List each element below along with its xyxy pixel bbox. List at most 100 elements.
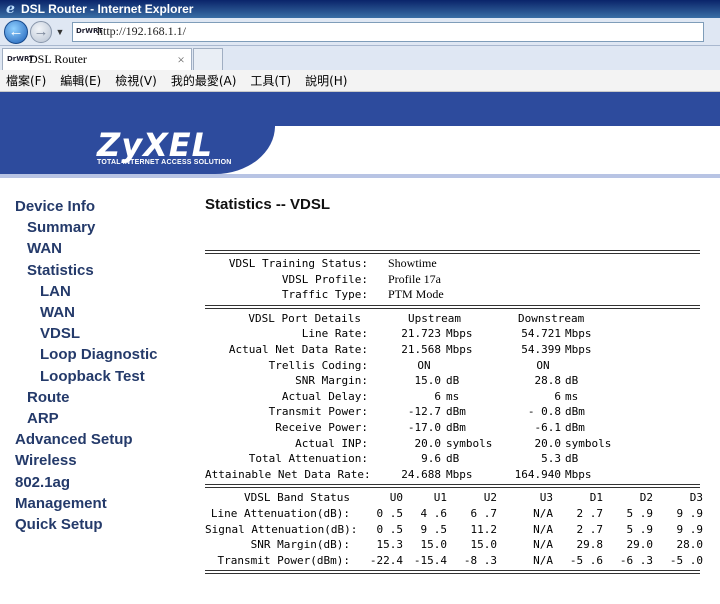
status-profile-label: VDSL Profile: <box>281 272 368 286</box>
port-row-upstream: 24.688 <box>401 467 441 481</box>
port-row-downstream-unit: dBm <box>565 405 585 419</box>
navigation-bar: ← → ▼ DrWRT http://192.168.1.1/ <box>0 18 720 46</box>
sidebar-item-wireless[interactable]: Wireless <box>15 452 77 469</box>
band-row-value-6: 9 .9 <box>676 522 704 536</box>
band-row-value-5: 5 .9 <box>626 506 654 520</box>
menu-item-1[interactable]: 編輯(E) <box>60 72 101 89</box>
port-row-label: Total Attenuation: <box>248 452 368 466</box>
port-row-upstream-unit: Mbps <box>446 327 473 341</box>
port-row-label: SNR Margin: <box>295 374 368 388</box>
port-row: Trellis Coding: ON ON <box>205 358 720 374</box>
forward-button[interactable]: → <box>30 20 52 43</box>
sidebar-item-lan[interactable]: LAN <box>40 283 71 300</box>
sidebar-item-802-1ag[interactable]: 802.1ag <box>15 474 70 491</box>
menu-item-4[interactable]: 工具(T) <box>250 72 291 89</box>
band-row-value-5: 5 .9 <box>626 522 654 536</box>
port-row-downstream-unit: Mbps <box>565 342 592 356</box>
port-row: Total Attenuation: 9.6 dB 5.3 dB <box>205 451 720 467</box>
port-header-downstream: Downstream <box>518 311 585 325</box>
status-traffic-row: Traffic Type: PTM Mode <box>205 287 720 303</box>
sidebar-item-vdsl[interactable]: VDSL <box>40 325 80 342</box>
chevron-down-icon: ▼ <box>55 26 65 37</box>
port-row-upstream-unit: ms <box>446 389 460 403</box>
band-row: Transmit Power(dBm): -22.4 -15.4 -8 .3 N/A -5… <box>205 553 720 569</box>
port-row: SNR Margin: 15.0 dB 28.8 dB <box>205 373 720 389</box>
band-row-value-1: -15.4 <box>413 553 447 567</box>
port-row: Actual INP: 20.0 symbols 20.0 symbols <box>205 436 720 452</box>
menu-item-3[interactable]: 我的最愛(A) <box>171 72 237 89</box>
band-row-label: Line Attenuation(dB): <box>210 506 350 520</box>
tab-bar: DrWRT DSL Router × <box>0 46 720 70</box>
window-titlebar: e DSL Router - Internet Explorer <box>0 0 720 18</box>
menu-item-2[interactable]: 檢視(V) <box>115 72 157 89</box>
menu-item-5[interactable]: 說明(H) <box>305 72 347 89</box>
sidebar-item-loop-diagnostic[interactable]: Loop Diagnostic <box>40 346 158 363</box>
tab-dsl-router[interactable]: DrWRT DSL Router × <box>2 48 192 70</box>
port-row-downstream-unit: Mbps <box>565 467 592 481</box>
band-header-d3: D3 <box>689 491 703 505</box>
band-row-value-2: 11.2 <box>470 522 498 536</box>
sidebar-item-summary[interactable]: Summary <box>27 219 95 236</box>
port-row: Transmit Power: -12.7 dBm - 0.8 dBm <box>205 404 720 420</box>
separator-line-3 <box>205 482 720 490</box>
sidebar-nav: Device Info Summary WAN Statistics LAN WAN VDS… <box>0 186 190 604</box>
status-profile-row: VDSL Profile: Profile 17a <box>205 272 720 288</box>
band-row-value-0: 0 .5 <box>376 522 404 536</box>
history-dropdown-button[interactable]: ▼ <box>54 27 66 37</box>
port-header-row: VDSL Port Details Upstream Downstream <box>205 311 720 327</box>
band-row-value-3: N/A <box>533 522 553 536</box>
band-header-d1: D1 <box>589 491 603 505</box>
port-row-downstream: 5.3 <box>541 452 561 466</box>
sidebar-item-arp[interactable]: ARP <box>27 410 59 427</box>
sidebar-item-loopback-test[interactable]: Loopback Test <box>40 368 145 385</box>
sidebar-item-advanced-setup[interactable]: Advanced Setup <box>15 431 133 448</box>
arrow-right-icon: → <box>33 23 49 40</box>
band-row-value-1: 4 .6 <box>420 506 448 520</box>
band-row-value-6: -5 .0 <box>669 553 703 567</box>
band-row-value-2: 15.0 <box>470 538 498 552</box>
port-header-label: VDSL Port Details <box>248 311 361 325</box>
port-row-upstream-unit: Mbps <box>446 467 473 481</box>
sidebar-item-route[interactable]: Route <box>27 389 70 406</box>
port-row-downstream-unit: dB <box>565 452 579 466</box>
port-row-upstream-unit: symbols <box>446 436 493 450</box>
port-row-upstream: 9.6 <box>421 452 441 466</box>
band-row-value-2: -8 .3 <box>463 553 497 567</box>
status-training-value: Showtime <box>388 256 437 270</box>
band-row-label: SNR Margin(dB): <box>250 538 350 552</box>
separator-line-1 <box>205 248 720 256</box>
port-row-downstream: ON <box>536 358 550 372</box>
port-header-upstream: Upstream <box>408 311 461 325</box>
sidebar-item-wan[interactable]: WAN <box>27 240 62 257</box>
band-row-value-1: 15.0 <box>420 538 448 552</box>
close-icon[interactable]: × <box>175 52 187 68</box>
vdsl-statistics: VDSL Training Status: Showtime VDSL Profil… <box>205 248 720 576</box>
menu-bar: 檔案(F) 編輯(E) 檢視(V) 我的最愛(A) 工具(T) 說明(H) <box>0 70 720 92</box>
band-header-row: VDSL Band Status U0 U1 U2 U3 D1 D2 D3 <box>205 490 720 506</box>
port-row-upstream-unit: Mbps <box>446 342 473 356</box>
sidebar-item-device-info[interactable]: Device Info <box>15 198 95 215</box>
band-row-value-2: 6 .7 <box>470 506 498 520</box>
sidebar-item-quick-setup[interactable]: Quick Setup <box>15 516 103 533</box>
port-row-label: Trellis Coding: <box>268 358 368 372</box>
band-row-value-3: N/A <box>533 506 553 520</box>
band-row-value-0: 15.3 <box>376 538 404 552</box>
band-row-value-4: 29.8 <box>576 538 604 552</box>
sidebar-item-statistics[interactable]: Statistics <box>27 262 94 279</box>
port-row-upstream-unit: dB <box>446 452 460 466</box>
port-row-downstream: 54.721 <box>521 327 561 341</box>
band-row-value-0: -22.4 <box>369 553 403 567</box>
port-row-label: Actual Delay: <box>281 389 368 403</box>
sidebar-item-management[interactable]: Management <box>15 495 107 512</box>
port-row: Actual Net Data Rate: 21.568 Mbps 54.399 Mbp… <box>205 342 720 358</box>
band-header-u1: U1 <box>433 491 447 505</box>
address-bar[interactable]: DrWRT http://192.168.1.1/ <box>72 21 704 42</box>
new-tab-button[interactable] <box>193 48 223 70</box>
back-button[interactable]: ← <box>4 19 28 44</box>
sidebar-item-wan[interactable]: WAN <box>40 304 75 321</box>
port-row-downstream-unit: ms <box>565 389 579 403</box>
menu-item-0[interactable]: 檔案(F) <box>6 72 46 89</box>
port-row-upstream: 15.0 <box>414 374 442 388</box>
address-url[interactable]: http://192.168.1.1/ <box>97 24 186 39</box>
port-row-downstream: -6.1 <box>534 420 562 434</box>
